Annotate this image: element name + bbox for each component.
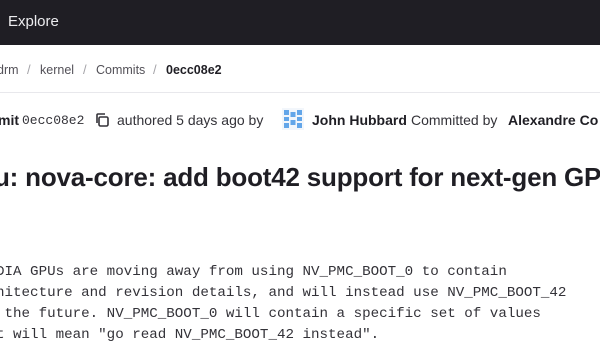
authored-text: authored 5 days ago by xyxy=(117,112,264,128)
copy-icon[interactable] xyxy=(94,112,110,128)
breadcrumb-separator: / xyxy=(83,62,87,77)
breadcrumb-separator: / xyxy=(27,62,31,77)
identicon-avatar[interactable] xyxy=(282,108,304,130)
top-navigation-bar: Explore xyxy=(0,0,600,45)
breadcrumb: drm / kernel / Commits / 0ecc08e2 xyxy=(0,46,600,93)
author-name[interactable]: John Hubbard xyxy=(312,112,407,128)
breadcrumb-current-commit[interactable]: 0ecc08e2 xyxy=(166,63,222,77)
commit-title: u: nova-core: add boot42 support for nex… xyxy=(0,162,600,192)
commit-sha: 0ecc08e2 xyxy=(22,113,85,128)
explore-link[interactable]: Explore xyxy=(8,13,59,30)
committed-by-text: Committed by xyxy=(411,112,498,128)
committer-name[interactable]: Alexandre Co xyxy=(508,112,598,128)
breadcrumb-separator: / xyxy=(153,62,157,77)
commit-message: DIA GPUs are moving away from using NV_P… xyxy=(0,262,566,346)
commit-message-line: DIA GPUs are moving away from using NV_P… xyxy=(0,264,507,280)
commit-message-line: t will mean "go read NV_PMC_BOOT_42 inst… xyxy=(0,327,380,343)
breadcrumb-commits[interactable]: Commits xyxy=(96,63,145,77)
commit-message-line: the future. NV_PMC_BOOT_0 will contain a… xyxy=(0,306,541,322)
breadcrumb-drm[interactable]: drm xyxy=(0,63,19,77)
commit-label: mit xyxy=(0,112,19,128)
breadcrumb-kernel[interactable]: kernel xyxy=(40,63,74,77)
commit-message-line: hitecture and revision details, and will… xyxy=(0,285,567,301)
